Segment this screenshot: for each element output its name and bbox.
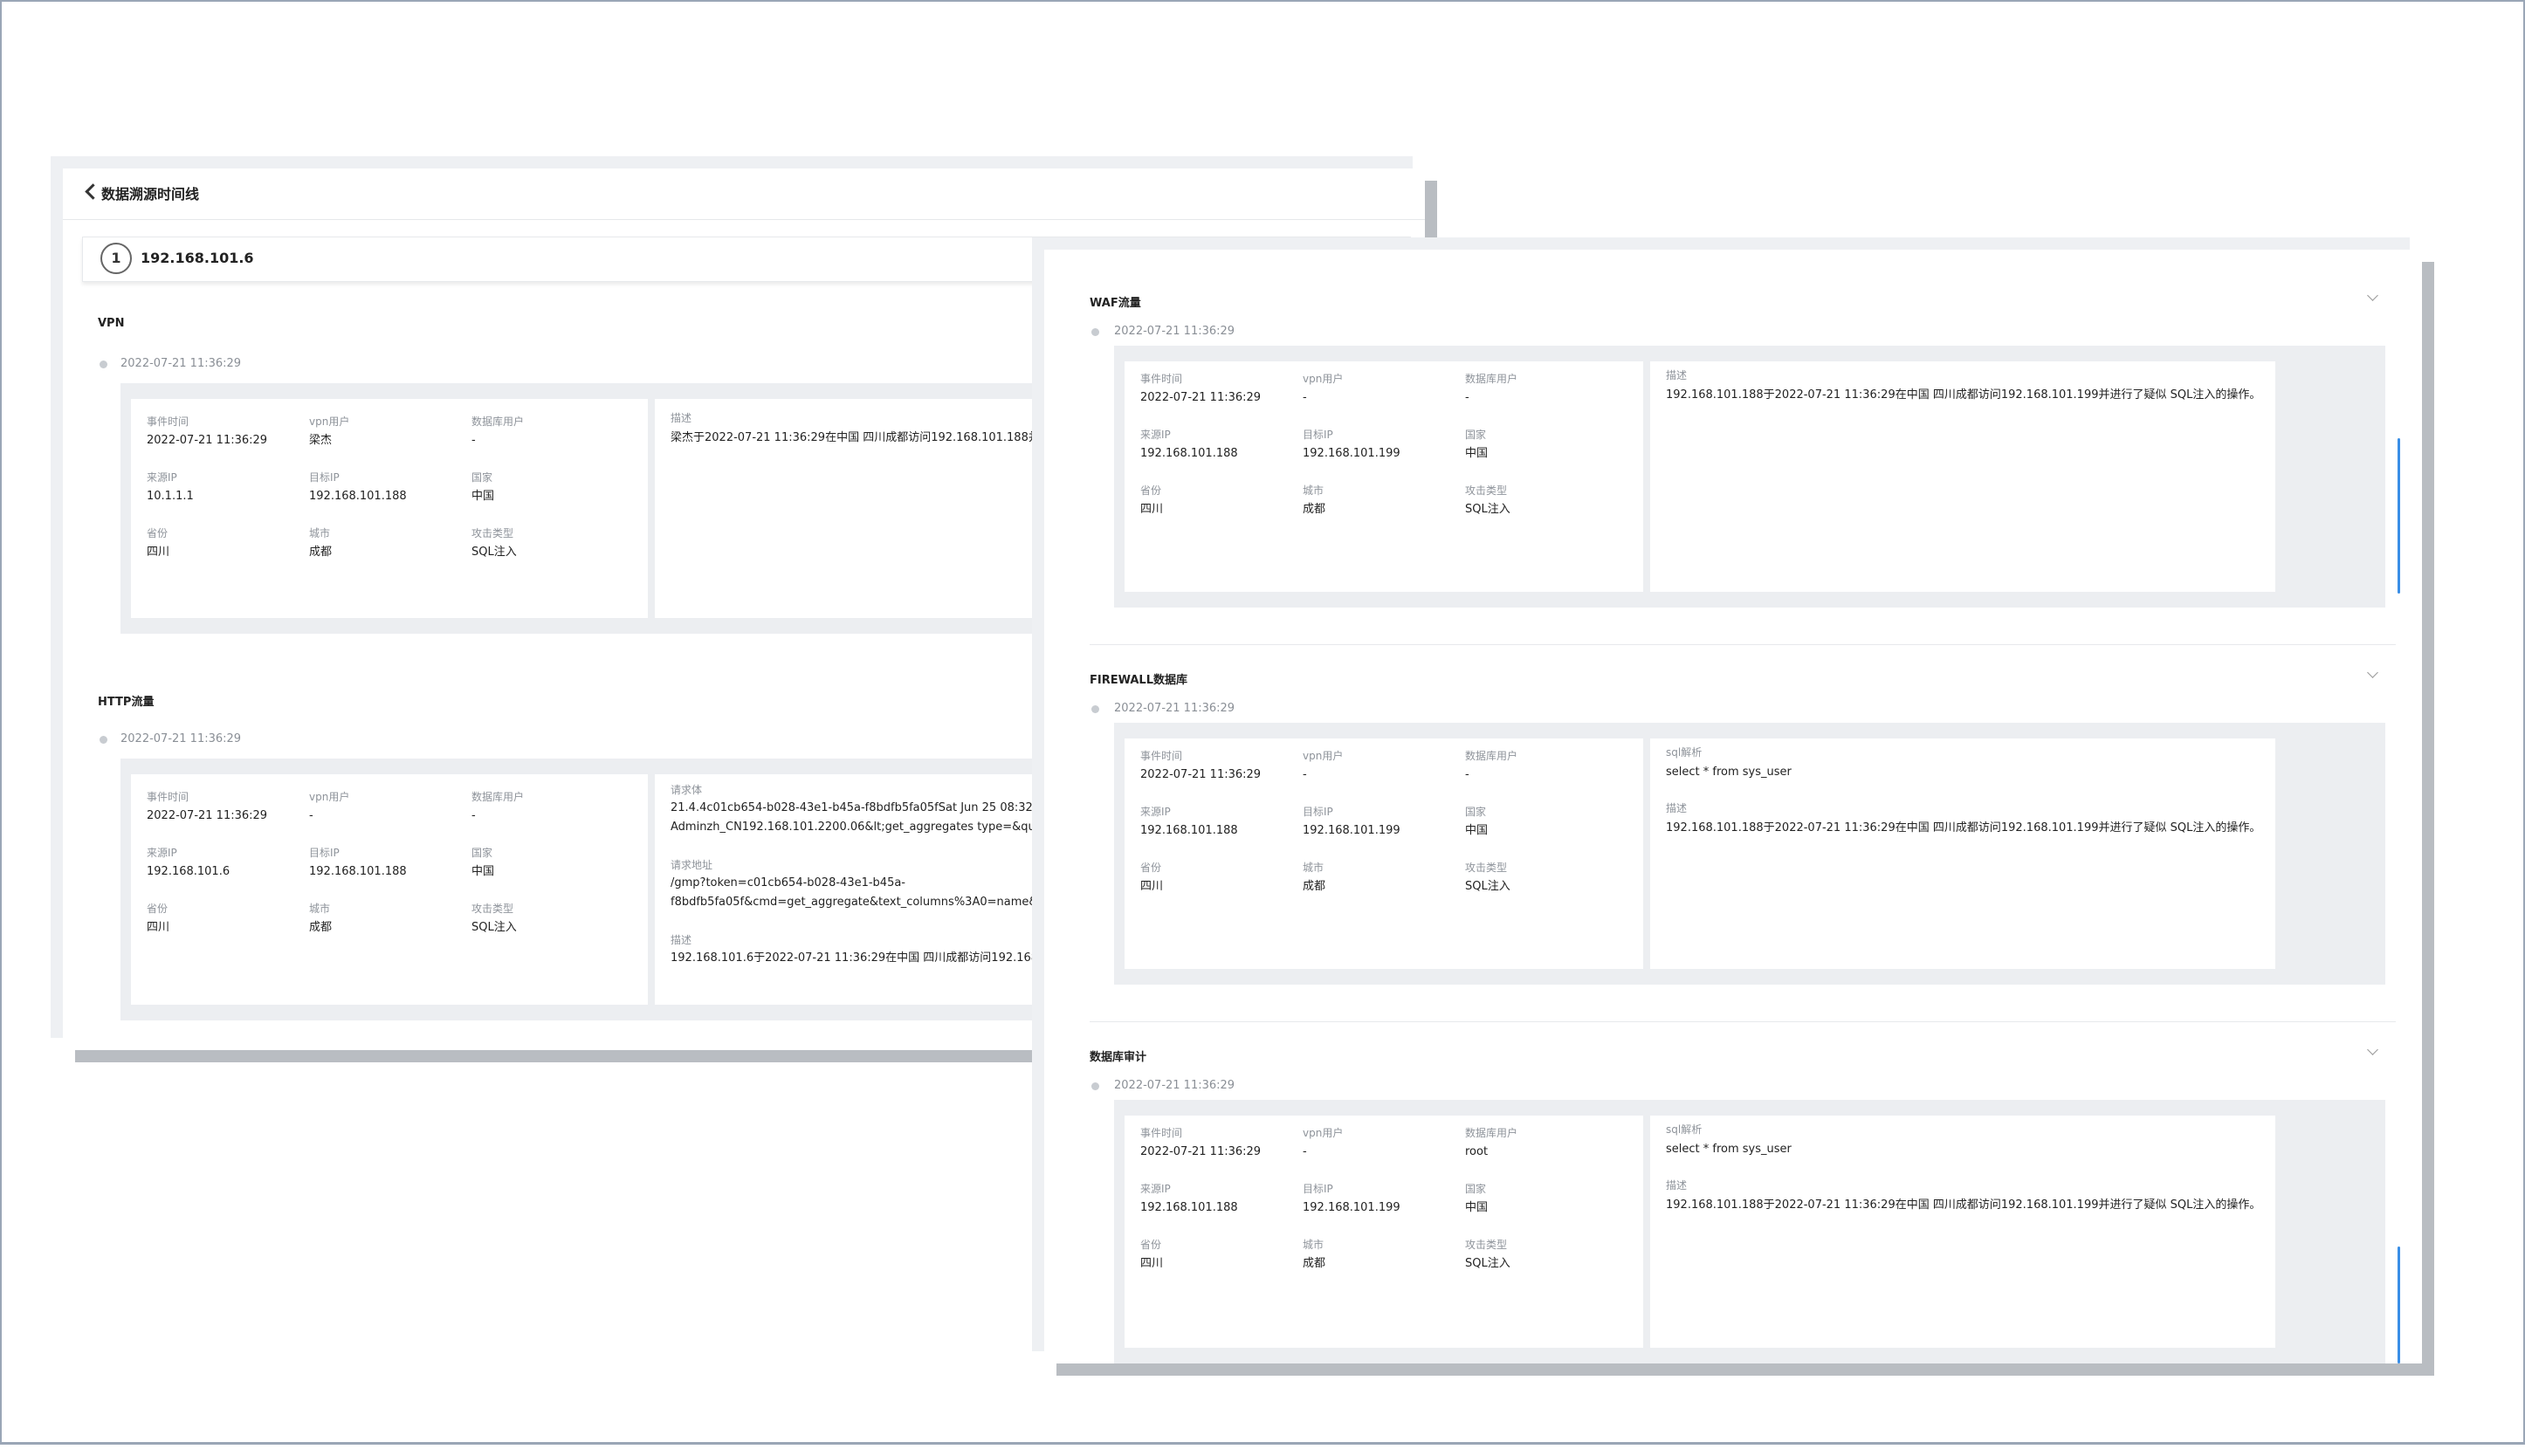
event-time: 2022-07-21 11:36:29 bbox=[1114, 325, 1235, 338]
field-city: 城市 成都 bbox=[1303, 1239, 1326, 1270]
field-vpn-user: vpn用户 - bbox=[1303, 750, 1344, 781]
field-event-time: 事件时间 2022-07-21 11:36:29 bbox=[1140, 750, 1262, 781]
field-province: 省份 四川 bbox=[1140, 1239, 1164, 1270]
event-card-firewall: 事件时间 2022-07-21 11:36:29 vpn用户 - 数据库用户 - 来源… bbox=[1114, 723, 2385, 985]
timeline-window-right: WAF流量 2022-07-21 11:36:29 事件时间 2022-07-21… bbox=[1044, 250, 2422, 1363]
field-target-ip: 目标IP 192.168.101.199 bbox=[1303, 429, 1400, 460]
field-db-user: 数据库用户 - bbox=[1465, 373, 1518, 404]
event-fields-pane: 事件时间 2022-07-21 11:36:29 vpn用户 梁杰 数据库用户 - 来… bbox=[131, 399, 648, 618]
field-event-time: 事件时间 2022-07-21 11:36:29 bbox=[1140, 373, 1262, 404]
field-db-user: 数据库用户 - bbox=[1465, 750, 1518, 781]
event-desc-pane: sql解析 select * from sys_user 描述 192.168.10… bbox=[1650, 738, 2275, 969]
field-province: 省份 四川 bbox=[1140, 484, 1164, 516]
field-sql-parse: sql解析 select * from sys_user bbox=[1666, 746, 1792, 779]
section-divider bbox=[1090, 1021, 2396, 1022]
field-source-ip: 来源IP 192.168.101.6 bbox=[147, 847, 230, 878]
field-attack-type: 攻击类型 SQL注入 bbox=[1465, 862, 1510, 893]
section-header-db-audit[interactable]: 数据库审计 bbox=[1090, 1039, 2389, 1074]
event-time: 2022-07-21 11:36:29 bbox=[1114, 1079, 1235, 1092]
field-event-time: 事件时间 2022-07-21 11:36:29 bbox=[147, 791, 268, 822]
field-source-ip: 来源IP 192.168.101.188 bbox=[1140, 1183, 1238, 1214]
field-city: 城市 成都 bbox=[309, 527, 333, 559]
field-vpn-user: vpn用户 - bbox=[1303, 1127, 1344, 1158]
field-country: 国家 中国 bbox=[471, 847, 495, 878]
field-country: 国家 中国 bbox=[1465, 1183, 1489, 1214]
field-attack-type: 攻击类型 SQL注入 bbox=[471, 527, 517, 559]
back-arrow-icon[interactable] bbox=[85, 183, 101, 200]
timeline-dot bbox=[1091, 328, 1099, 336]
chevron-down-icon[interactable] bbox=[2367, 667, 2378, 678]
field-target-ip: 目标IP 192.168.101.199 bbox=[1303, 1183, 1400, 1214]
field-country: 国家 中国 bbox=[1465, 429, 1489, 460]
field-source-ip: 来源IP 10.1.1.1 bbox=[147, 471, 194, 503]
section-title-vpn: VPN bbox=[98, 317, 125, 330]
field-description: 描述 192.168.101.188于2022-07-21 11:36:29在中国… bbox=[1666, 369, 2261, 402]
field-db-user: 数据库用户 - bbox=[471, 791, 525, 822]
event-fields-pane: 事件时间 2022-07-21 11:36:29 vpn用户 - 数据库用户 root… bbox=[1125, 1116, 1643, 1348]
field-target-ip: 目标IP 192.168.101.188 bbox=[309, 471, 407, 503]
field-attack-type: 攻击类型 SQL注入 bbox=[471, 903, 517, 934]
field-vpn-user: vpn用户 梁杰 bbox=[309, 416, 350, 447]
field-province: 省份 四川 bbox=[147, 903, 170, 934]
event-time: 2022-07-21 11:36:29 bbox=[120, 357, 242, 370]
field-vpn-user: vpn用户 - bbox=[1303, 373, 1344, 404]
event-time: 2022-07-21 11:36:29 bbox=[1114, 702, 1235, 715]
field-vpn-user: vpn用户 - bbox=[309, 791, 350, 822]
field-target-ip: 目标IP 192.168.101.188 bbox=[309, 847, 407, 878]
event-desc-pane: sql解析 select * from sys_user 描述 192.168.10… bbox=[1650, 1116, 2275, 1348]
timeline-dot bbox=[100, 736, 107, 744]
field-source-ip: 来源IP 192.168.101.188 bbox=[1140, 429, 1238, 460]
event-fields-pane: 事件时间 2022-07-21 11:36:29 vpn用户 - 数据库用户 - 来源… bbox=[1125, 738, 1643, 969]
source-ip: 192.168.101.6 bbox=[141, 250, 254, 266]
field-province: 省份 四川 bbox=[1140, 862, 1164, 893]
field-country: 国家 中国 bbox=[471, 471, 495, 503]
step-number-badge: 1 bbox=[100, 243, 132, 274]
section-header-waf[interactable]: WAF流量 bbox=[1090, 285, 2389, 319]
event-time: 2022-07-21 11:36:29 bbox=[120, 732, 242, 745]
field-db-user: 数据库用户 root bbox=[1465, 1127, 1518, 1158]
field-city: 城市 成都 bbox=[1303, 484, 1326, 516]
timeline-dot bbox=[1091, 705, 1099, 713]
field-country: 国家 中国 bbox=[1465, 806, 1489, 837]
field-event-time: 事件时间 2022-07-21 11:36:29 bbox=[147, 416, 268, 447]
event-card-waf: 事件时间 2022-07-21 11:36:29 vpn用户 - 数据库用户 - 来源… bbox=[1114, 346, 2385, 608]
event-desc-pane: 描述 192.168.101.188于2022-07-21 11:36:29在中国… bbox=[1650, 361, 2275, 592]
field-province: 省份 四川 bbox=[147, 527, 170, 559]
field-description: 描述 192.168.101.188于2022-07-21 11:36:29在中国… bbox=[1666, 1179, 2261, 1212]
page-title: 数据溯源时间线 bbox=[101, 186, 200, 203]
event-card-db-audit: 事件时间 2022-07-21 11:36:29 vpn用户 - 数据库用户 root… bbox=[1114, 1100, 2385, 1363]
field-city: 城市 成都 bbox=[1303, 862, 1326, 893]
field-attack-type: 攻击类型 SQL注入 bbox=[1465, 484, 1510, 516]
field-db-user: 数据库用户 - bbox=[471, 416, 525, 447]
field-city: 城市 成都 bbox=[309, 903, 333, 934]
field-target-ip: 目标IP 192.168.101.199 bbox=[1303, 806, 1400, 837]
field-description: 描述 192.168.101.188于2022-07-21 11:36:29在中国… bbox=[1666, 802, 2261, 834]
timeline-dot bbox=[1091, 1082, 1099, 1090]
section-divider bbox=[1090, 644, 2396, 645]
section-title-http: HTTP流量 bbox=[98, 696, 155, 709]
field-sql-parse: sql解析 select * from sys_user bbox=[1666, 1123, 1792, 1156]
timeline-dot bbox=[100, 361, 107, 368]
field-source-ip: 来源IP 192.168.101.188 bbox=[1140, 806, 1238, 837]
section-header-firewall[interactable]: FIREWALL数据库 bbox=[1090, 662, 2389, 697]
event-fields-pane: 事件时间 2022-07-21 11:36:29 vpn用户 - 数据库用户 - 来源… bbox=[1125, 361, 1643, 592]
scrollbar-thumb[interactable] bbox=[2398, 438, 2400, 594]
chevron-down-icon[interactable] bbox=[2367, 290, 2378, 301]
event-fields-pane: 事件时间 2022-07-21 11:36:29 vpn用户 - 数据库用户 - 来源… bbox=[131, 774, 648, 1005]
scrollbar-thumb[interactable] bbox=[2398, 1247, 2400, 1363]
window-header: 数据溯源时间线 bbox=[63, 168, 1425, 220]
chevron-down-icon[interactable] bbox=[2367, 1044, 2378, 1055]
field-attack-type: 攻击类型 SQL注入 bbox=[1465, 1239, 1510, 1270]
field-event-time: 事件时间 2022-07-21 11:36:29 bbox=[1140, 1127, 1262, 1158]
